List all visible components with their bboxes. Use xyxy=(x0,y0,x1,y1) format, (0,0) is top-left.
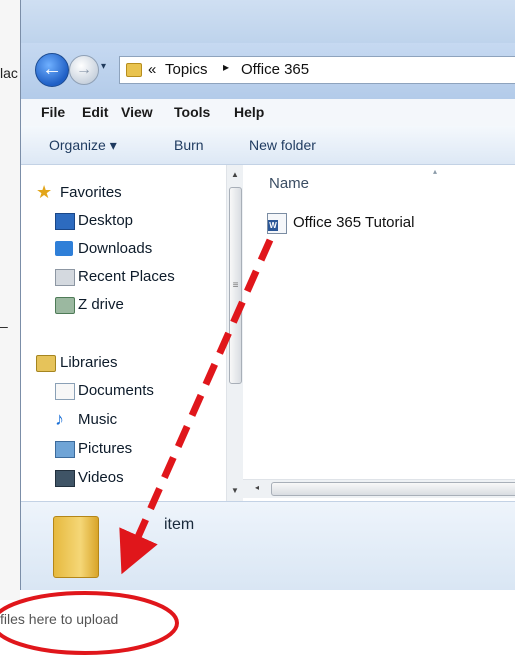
scroll-down-arrow-icon[interactable]: ▼ xyxy=(227,483,243,499)
pictures-icon xyxy=(55,441,75,458)
sort-indicator-icon: ▴ xyxy=(433,167,438,176)
breadcrumb-topics[interactable]: Topics xyxy=(165,61,208,78)
scroll-thumb[interactable] xyxy=(271,482,515,496)
file-horizontal-scrollbar[interactable]: ◂ xyxy=(243,479,515,498)
nav-label: Desktop xyxy=(78,212,134,229)
explorer-window: ← → ▾ « Topics ▸ Office 365 File Edit Vi… xyxy=(20,0,515,590)
nav-label: Libraries xyxy=(60,354,118,371)
column-header-name[interactable]: Name xyxy=(269,175,309,192)
nav-item-videos[interactable]: Videos xyxy=(21,466,221,490)
recent-locations-dropdown[interactable]: ▾ xyxy=(101,61,113,75)
nav-label: Recent Places xyxy=(78,268,175,285)
menu-edit[interactable]: Edit xyxy=(82,104,108,120)
folder-icon xyxy=(126,63,142,77)
videos-icon xyxy=(55,470,75,487)
word-document-icon: W xyxy=(267,213,287,234)
menu-bar: File Edit View Tools Help xyxy=(21,99,515,127)
menu-file[interactable]: File xyxy=(41,104,65,120)
nav-label: Videos xyxy=(78,469,124,486)
window-title-bar[interactable] xyxy=(21,0,515,43)
background-partial-text: lac xyxy=(0,65,18,81)
folder-icon xyxy=(53,516,99,578)
nav-label: Favorites xyxy=(60,184,122,201)
nav-item-documents[interactable]: Documents xyxy=(21,379,221,403)
word-document-icon-letter: W xyxy=(268,220,278,231)
recent-places-icon xyxy=(55,269,75,286)
nav-label: Pictures xyxy=(78,440,133,457)
details-item-count: item xyxy=(164,516,195,533)
scroll-thumb[interactable]: ≡ xyxy=(229,187,242,384)
address-row: ← → ▾ « Topics ▸ Office 365 xyxy=(21,43,515,99)
nav-item-downloads[interactable]: Downloads xyxy=(21,237,221,261)
network-drive-icon xyxy=(55,297,75,314)
nav-item-pictures[interactable]: Pictures xyxy=(21,437,221,461)
scroll-up-arrow-icon[interactable]: ▲ xyxy=(227,167,243,183)
downloads-icon xyxy=(55,241,73,256)
upload-drop-zone-label[interactable]: files here to upload xyxy=(0,611,118,627)
nav-item-z-drive[interactable]: Z drive xyxy=(21,293,221,317)
burn-button[interactable]: Burn xyxy=(174,137,204,153)
address-bar[interactable]: « Topics ▸ Office 365 xyxy=(119,56,515,84)
music-note-icon: ♪ xyxy=(55,409,64,429)
background-page-edge xyxy=(0,0,20,600)
star-icon: ★ xyxy=(36,182,53,202)
nav-vertical-scrollbar[interactable]: ▲ ≡ ▼ xyxy=(226,165,243,501)
file-item[interactable]: W Office 365 Tutorial xyxy=(267,211,507,235)
nav-item-desktop[interactable]: Desktop xyxy=(21,209,221,233)
scroll-left-arrow-icon[interactable]: ◂ xyxy=(255,483,259,492)
nav-label: Music xyxy=(78,411,118,428)
breadcrumb-office-365[interactable]: Office 365 xyxy=(241,61,309,78)
nav-label: Documents xyxy=(78,382,154,399)
documents-icon xyxy=(55,383,75,400)
nav-label: Z drive xyxy=(78,296,124,313)
breadcrumb-overflow[interactable]: « xyxy=(148,61,156,78)
nav-favorites-header[interactable]: ★ Favorites xyxy=(21,181,221,205)
libraries-icon xyxy=(36,355,56,372)
details-pane: item xyxy=(21,501,515,590)
back-button[interactable]: ← xyxy=(35,53,69,87)
command-bar: Organize ▾ Burn New folder xyxy=(21,126,515,165)
nav-item-recent-places[interactable]: Recent Places xyxy=(21,265,221,289)
new-folder-button[interactable]: New folder xyxy=(249,137,316,153)
nav-item-music[interactable]: ♪ Music xyxy=(21,408,221,432)
breadcrumb-separator-icon[interactable]: ▸ xyxy=(223,60,229,74)
navigation-pane: ★ Favorites Desktop Downloads Recent Pla… xyxy=(21,165,243,501)
menu-help[interactable]: Help xyxy=(234,104,264,120)
menu-tools[interactable]: Tools xyxy=(174,104,210,120)
menu-view[interactable]: View xyxy=(121,104,153,120)
nav-label: Downloads xyxy=(78,240,153,257)
file-name: Office 365 Tutorial xyxy=(293,214,415,231)
nav-libraries-header[interactable]: Libraries xyxy=(21,351,221,375)
forward-button[interactable]: → xyxy=(69,55,99,85)
file-list-pane: Name ▴ W Office 365 Tutorial ◂ xyxy=(243,165,515,501)
desktop-icon xyxy=(55,213,75,230)
background-dash: – xyxy=(0,318,8,334)
organize-button[interactable]: Organize ▾ xyxy=(49,137,117,154)
